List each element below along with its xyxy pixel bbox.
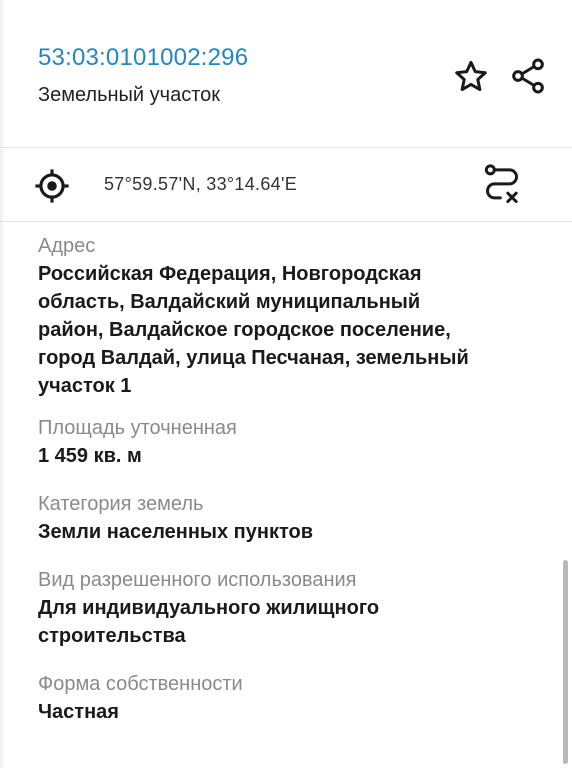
permitted-use-line: Для индивидуального жилищного <box>38 597 380 619</box>
permitted-use-field: Вид разрешенного использования Для индив… <box>38 566 538 650</box>
address-label: Адрес <box>38 235 96 257</box>
plot-details-list: Адрес Российская Федерация, Новгородская… <box>38 232 538 740</box>
share-icon <box>512 58 544 94</box>
address-field: Адрес Российская Федерация, Новгородская… <box>38 232 538 400</box>
permitted-use-line: строительства <box>38 625 186 647</box>
address-line: город Валдай, улица Песчаная, земельный <box>38 347 469 369</box>
route-icon <box>484 164 518 203</box>
permitted-use-label: Вид разрешенного использования <box>38 569 357 591</box>
favorite-button[interactable] <box>450 56 492 98</box>
address-value: Российская Федерация, Новгородская облас… <box>38 260 538 400</box>
address-line: Российская Федерация, Новгородская <box>38 263 422 285</box>
category-label: Категория земель <box>38 493 204 515</box>
area-label: Площадь уточненная <box>38 417 237 439</box>
area-field: Площадь уточненная 1 459 кв. м <box>38 414 538 470</box>
plot-header: 53:03:0101002:296 Земельный участок <box>0 0 572 148</box>
object-type-label: Земельный участок <box>38 84 221 106</box>
permitted-use-value: Для индивидуального жилищного строительс… <box>38 594 538 650</box>
ownership-field: Форма собственности Частная <box>38 670 538 726</box>
plot-details-screen: 53:03:0101002:296 Земельный участок 57°5… <box>0 0 572 768</box>
category-value: Земли населенных пунктов <box>38 521 314 543</box>
address-line: область, Валдайский муниципальный <box>38 291 421 313</box>
area-value: 1 459 кв. м <box>38 445 142 467</box>
address-line: район, Валдайское городское поселение, <box>38 319 451 341</box>
category-field: Категория земель Земли населенных пункто… <box>38 490 538 546</box>
address-line: участок 1 <box>38 375 132 397</box>
coordinates-text[interactable]: 57°59.57'N, 33°14.64'E <box>104 174 297 195</box>
ownership-value: Частная <box>38 701 119 723</box>
ownership-label: Форма собственности <box>38 673 243 695</box>
cadastral-number[interactable]: 53:03:0101002:296 <box>38 44 248 72</box>
crosshair-icon <box>35 169 69 203</box>
share-button[interactable] <box>506 54 550 98</box>
route-button[interactable] <box>480 160 524 208</box>
locate-button[interactable] <box>30 164 74 208</box>
star-icon <box>455 60 487 92</box>
scrollbar-thumb[interactable] <box>563 560 568 764</box>
